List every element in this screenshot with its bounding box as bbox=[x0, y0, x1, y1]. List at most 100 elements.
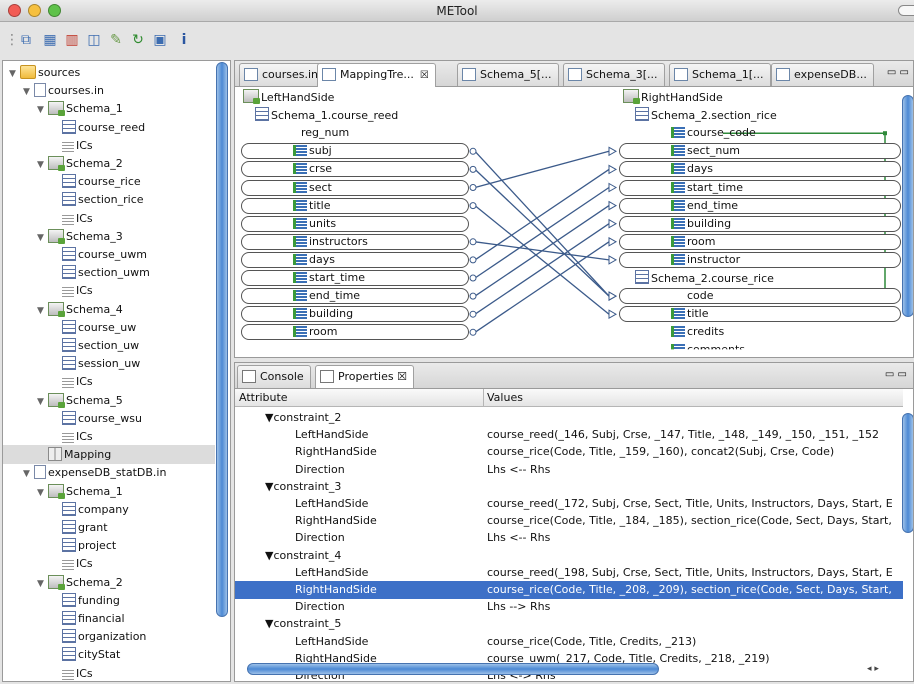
property-row[interactable]: LeftHandSide course_reed(_172, Subj, Crse… bbox=[235, 495, 903, 513]
schema-view-icon[interactable]: ◫ bbox=[86, 32, 102, 48]
tree-item[interactable]: ▼ Schema_1 bbox=[37, 99, 123, 118]
mapping-target-arrow[interactable] bbox=[608, 146, 618, 157]
properties-vertical-scrollbar[interactable] bbox=[902, 413, 913, 533]
left-field-box[interactable] bbox=[241, 215, 469, 232]
left-field-box[interactable] bbox=[241, 179, 469, 196]
tree-scrollbar[interactable] bbox=[216, 62, 228, 617]
expand-toggle-icon[interactable]: ▼ bbox=[9, 65, 20, 84]
right-field[interactable]: code bbox=[671, 288, 714, 304]
tree-item[interactable]: project bbox=[51, 536, 116, 555]
right-field-box[interactable] bbox=[619, 179, 901, 196]
mapping-line[interactable] bbox=[474, 186, 610, 279]
tree-item[interactable]: ICs bbox=[51, 372, 93, 391]
tree-item[interactable]: ICs bbox=[51, 554, 93, 573]
right-field-box[interactable] bbox=[619, 215, 901, 232]
mapping-source-handle[interactable] bbox=[469, 310, 477, 318]
tree-item[interactable]: course_wsu bbox=[51, 409, 142, 428]
mapping-target-arrow[interactable] bbox=[608, 218, 618, 229]
property-row[interactable]: RightHandSide course_rice(Code, Title, _1… bbox=[235, 512, 903, 530]
mapping-source-handle[interactable] bbox=[469, 238, 477, 246]
mapping-target-arrow[interactable] bbox=[608, 309, 618, 320]
column-separator[interactable] bbox=[483, 389, 484, 407]
left-field-box[interactable] bbox=[241, 324, 469, 341]
properties-tab[interactable]: Properties ☒ bbox=[315, 365, 414, 388]
mapping-source-handle[interactable] bbox=[469, 165, 477, 173]
expand-toggle-icon[interactable]: ▼ bbox=[37, 575, 48, 594]
tree-item[interactable]: ICs bbox=[51, 209, 93, 228]
mapping-source-handle[interactable] bbox=[469, 292, 477, 300]
property-row[interactable]: Direction Lhs --> Rhs bbox=[235, 598, 903, 616]
tree-item[interactable]: cityStat bbox=[51, 645, 120, 664]
tree-item[interactable]: ▼ Schema_1 bbox=[37, 482, 123, 501]
left-field[interactable]: instructors bbox=[293, 234, 368, 250]
tree-item[interactable]: course_reed bbox=[51, 118, 145, 137]
mapping-line[interactable] bbox=[474, 150, 610, 297]
refresh-icon[interactable]: ↻ bbox=[130, 32, 146, 48]
right-table[interactable]: Schema_2.section_rice bbox=[635, 107, 777, 123]
tree-item[interactable]: ICs bbox=[51, 427, 93, 446]
tree-item[interactable]: section_rice bbox=[51, 190, 144, 209]
horizontal-scroll-buttons[interactable]: ◂ ▸ bbox=[867, 664, 879, 674]
tree-item[interactable]: ▼ Schema_3 bbox=[37, 227, 123, 246]
right-field[interactable]: sect_num bbox=[671, 143, 740, 159]
mapping-source-handle[interactable] bbox=[469, 256, 477, 264]
tree-item[interactable]: company bbox=[51, 500, 129, 519]
save-icon[interactable]: ▣ bbox=[152, 32, 168, 48]
mapping-source-handle[interactable] bbox=[469, 274, 477, 282]
edit-icon[interactable]: ✎ bbox=[108, 32, 124, 48]
right-field[interactable]: start_time bbox=[671, 180, 743, 196]
mapping-target-arrow[interactable] bbox=[608, 200, 618, 211]
mapping-target-arrow[interactable] bbox=[608, 164, 618, 175]
left-field-box[interactable] bbox=[241, 197, 469, 214]
add-table-icon[interactable]: ▦ bbox=[42, 32, 58, 48]
expand-toggle-icon[interactable]: ▼ bbox=[37, 302, 48, 321]
tree-item[interactable]: course_rice bbox=[51, 172, 141, 191]
right-field[interactable]: room bbox=[671, 234, 715, 250]
left-field-box[interactable] bbox=[241, 306, 469, 323]
right-field-box[interactable] bbox=[619, 143, 901, 160]
mapping-source-handle[interactable] bbox=[469, 147, 477, 155]
expand-toggle-icon[interactable]: ▼ bbox=[37, 393, 48, 412]
expand-toggle-icon[interactable]: ▼ bbox=[37, 101, 48, 120]
attribute-column-header[interactable]: Attribute bbox=[239, 391, 288, 404]
properties-minimize-maximize[interactable]: ▭ ▭ bbox=[885, 369, 907, 380]
left-field[interactable]: units bbox=[293, 216, 336, 232]
tree-item[interactable]: session_uw bbox=[51, 354, 140, 373]
tree-item[interactable]: ▼ Schema_2 bbox=[37, 573, 123, 592]
tree-item[interactable]: course_uw bbox=[51, 318, 136, 337]
constraint-group-row[interactable]: ▼constraint_4 bbox=[235, 547, 903, 565]
tree-item[interactable]: ▼ Schema_5 bbox=[37, 391, 123, 410]
constraint-group-row[interactable]: ▼constraint_5 bbox=[235, 615, 903, 633]
left-field-box[interactable] bbox=[241, 161, 469, 178]
expand-toggle-icon[interactable]: ▼ bbox=[37, 156, 48, 175]
expand-toggle-icon[interactable]: ▼ bbox=[37, 229, 48, 248]
right-field-box[interactable] bbox=[619, 233, 901, 250]
property-row[interactable]: Direction Lhs <-- Rhs bbox=[235, 461, 903, 479]
left-field[interactable]: title bbox=[293, 198, 331, 214]
property-row[interactable]: LeftHandSide course_reed(_198, Subj, Crse… bbox=[235, 564, 903, 582]
mapping-source-handle[interactable] bbox=[469, 184, 477, 191]
expand-toggle-icon[interactable]: ▼ bbox=[37, 484, 48, 503]
mapping-target-arrow[interactable] bbox=[608, 291, 618, 301]
mapping-line[interactable] bbox=[474, 168, 610, 261]
right-field[interactable]: building bbox=[671, 216, 731, 232]
mapping-target-arrow[interactable] bbox=[608, 236, 618, 247]
info-icon[interactable]: i bbox=[176, 32, 192, 48]
toolbar-toggle-button[interactable] bbox=[898, 5, 914, 16]
mapping-line[interactable] bbox=[474, 205, 610, 297]
properties-tab[interactable]: Console bbox=[237, 365, 311, 388]
left-field[interactable]: crse bbox=[293, 161, 332, 177]
values-column-header[interactable]: Values bbox=[487, 391, 523, 404]
right-field[interactable]: course_code bbox=[671, 125, 756, 141]
right-table[interactable]: Schema_2.course_rice bbox=[635, 270, 774, 286]
tree-item[interactable]: ▼ courses.in bbox=[23, 81, 104, 100]
left-table[interactable]: Schema_1.course_reed bbox=[255, 107, 398, 123]
property-row[interactable]: LeftHandSide course_rice(Code, Title, Cre… bbox=[235, 633, 903, 651]
left-field[interactable]: room bbox=[293, 324, 337, 340]
property-row[interactable]: RightHandSide course_rice(Code, Title, _1… bbox=[235, 443, 903, 461]
constraint-group-row[interactable]: ▼constraint_2 bbox=[235, 409, 903, 427]
mapping-line[interactable] bbox=[474, 223, 610, 315]
right-root[interactable]: RightHandSide bbox=[623, 89, 723, 105]
left-field[interactable]: end_time bbox=[293, 288, 360, 304]
right-field-box[interactable] bbox=[619, 306, 901, 323]
